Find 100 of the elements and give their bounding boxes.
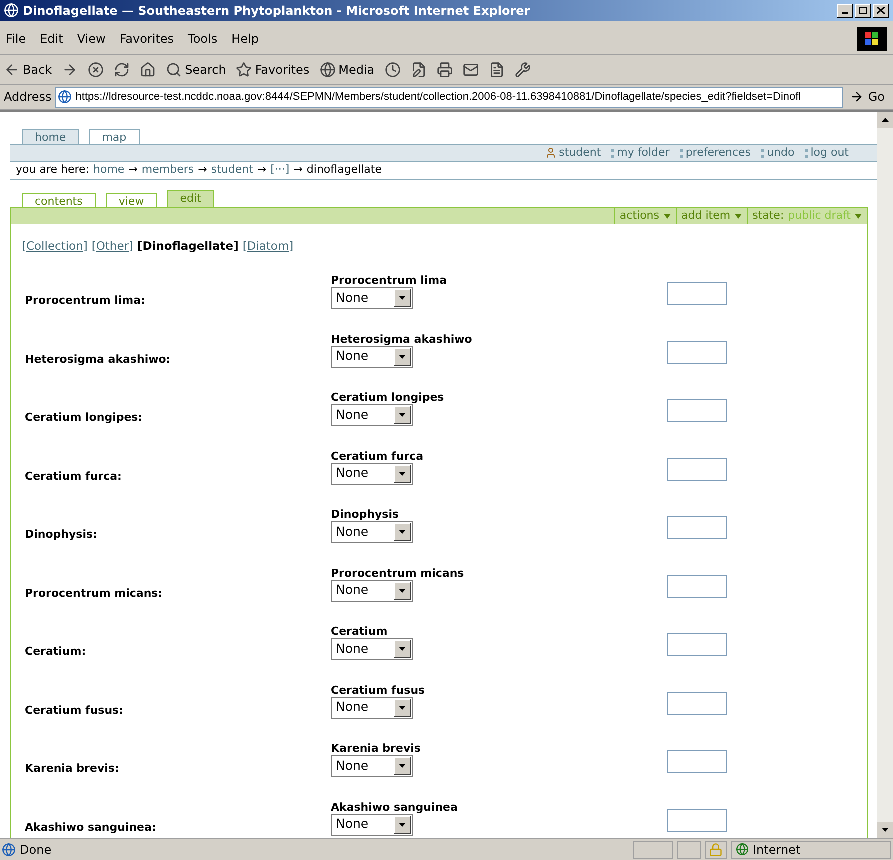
count-input[interactable] <box>667 808 727 832</box>
lock-icon <box>709 842 723 856</box>
dropdown-arrow-icon <box>399 296 406 300</box>
windows-logo-icon <box>857 26 887 50</box>
field-label: Prorocentrum micans: <box>24 586 164 602</box>
species-select[interactable]: None <box>331 814 413 836</box>
field-label: Ceratium: <box>24 644 88 660</box>
home-icon <box>140 62 156 78</box>
species-select[interactable]: None <box>331 638 413 660</box>
field-heading: Prorocentrum lima <box>331 273 448 288</box>
address-field[interactable]: https://ldresource-test.ncddc.noaa.gov:8444/SEPMN/Members/student/collection.2006-08-11.6398410881/Dinoflagellate/species_edit?fieldset=Dinofl <box>54 86 844 108</box>
envelope-icon <box>462 62 479 78</box>
field-label: Karenia brevis: <box>24 761 120 778</box>
mail-button[interactable] <box>462 62 479 78</box>
field-label: Ceratium furca: <box>24 468 123 485</box>
menu-item[interactable]: Tools <box>188 30 218 48</box>
home-button[interactable] <box>140 62 156 78</box>
link-bullet-icon <box>611 148 616 158</box>
star-icon <box>236 62 252 78</box>
fieldset-link[interactable]: [Other] <box>92 238 134 256</box>
menu-item[interactable]: Favorites <box>120 30 174 48</box>
menu-item[interactable]: Help <box>232 30 259 48</box>
link-bullet-icon <box>761 148 766 158</box>
breadcrumb-link[interactable]: student <box>211 162 254 179</box>
wrench-icon <box>514 62 531 78</box>
refresh-icon <box>114 62 130 78</box>
dropdown-arrow-icon <box>399 530 406 534</box>
species-select[interactable]: None <box>331 755 413 778</box>
field-heading: Heterosigma akashiwo <box>331 332 474 346</box>
status-panel <box>633 840 673 858</box>
field-label: Akashiwo sanguinea: <box>24 820 158 836</box>
tool-button[interactable] <box>514 62 531 78</box>
breadcrumb-link[interactable]: home <box>94 162 125 179</box>
document-icon <box>488 62 505 78</box>
count-input[interactable] <box>667 633 727 656</box>
personal-link[interactable]: log out <box>804 144 849 162</box>
breadcrumb-prefix: you are here: <box>16 162 90 178</box>
content-tab[interactable]: contents <box>22 193 96 207</box>
field-heading: Ceratium longipes <box>331 390 446 404</box>
breadcrumb-link[interactable]: members <box>142 162 194 179</box>
page-button[interactable] <box>488 62 505 78</box>
personal-link[interactable]: preferences <box>680 144 752 162</box>
personal-link[interactable]: undo <box>761 144 795 162</box>
field-heading: Akashiwo sanguinea <box>331 800 459 814</box>
species-select[interactable]: None <box>331 521 413 544</box>
stop-button[interactable] <box>88 62 104 78</box>
fieldset-link[interactable]: [Diatom] <box>242 238 294 256</box>
back-button[interactable]: Back <box>4 60 52 78</box>
stop-icon <box>88 62 104 78</box>
field-label: Dinophysis: <box>24 527 98 544</box>
count-input[interactable] <box>667 750 727 774</box>
link-bullet-icon <box>804 148 809 158</box>
count-input[interactable] <box>667 574 727 598</box>
count-input[interactable] <box>667 692 727 715</box>
status-text: Done <box>20 842 53 858</box>
species-select[interactable]: None <box>331 696 413 719</box>
go-button[interactable]: Go <box>846 88 889 106</box>
user-link[interactable]: student <box>545 144 602 162</box>
menu-item[interactable]: View <box>77 30 106 48</box>
field-label: Prorocentrum lima: <box>24 293 146 310</box>
search-icon <box>166 62 182 78</box>
search-button[interactable]: Search <box>166 60 226 78</box>
species-select[interactable]: None <box>331 404 413 426</box>
menu-item[interactable]: Edit <box>40 30 64 48</box>
count-input[interactable] <box>667 458 727 481</box>
portal-tab[interactable]: home <box>22 129 80 144</box>
personal-link[interactable]: my folder <box>611 144 670 162</box>
species-select[interactable]: None <box>331 462 413 485</box>
dropdown-arrow-icon <box>399 413 406 418</box>
close-button[interactable] <box>873 4 889 18</box>
menu-item[interactable]: File <box>6 30 26 48</box>
history-button[interactable] <box>384 62 401 78</box>
dropdown-arrow-icon <box>399 706 406 710</box>
clock-icon <box>384 62 401 78</box>
media-button[interactable]: Media <box>320 60 375 78</box>
breadcrumb-separator: → <box>128 162 138 178</box>
favorites-button[interactable]: Favorites <box>236 60 310 78</box>
edit-button[interactable] <box>410 62 427 78</box>
breadcrumb-separator: → <box>294 162 303 178</box>
count-input[interactable] <box>667 399 727 422</box>
maximize-button[interactable] <box>855 4 871 18</box>
browser-icon <box>4 3 19 18</box>
fieldset-link[interactable]: [Dinoflagellate] <box>138 238 239 256</box>
dropdown-arrow-icon <box>399 647 406 652</box>
count-input[interactable] <box>667 282 727 306</box>
minimize-button[interactable] <box>837 4 853 18</box>
count-input[interactable] <box>667 516 727 540</box>
fieldset-link[interactable]: [Collection] <box>22 238 88 256</box>
content-tab[interactable]: view <box>106 193 158 207</box>
breadcrumb-link[interactable]: [···] <box>270 162 290 179</box>
portal-tab[interactable]: map <box>89 129 140 144</box>
count-input[interactable] <box>667 340 727 364</box>
species-select[interactable]: None <box>331 287 413 310</box>
window-title: Dinoflagellate — Southeastern Phytoplankton - Microsoft Internet Explorer <box>23 2 530 20</box>
print-button[interactable] <box>436 62 453 78</box>
species-select[interactable]: None <box>331 346 413 368</box>
scrollbar[interactable] <box>877 112 893 838</box>
species-select[interactable]: None <box>331 580 413 602</box>
zone-text: Internet <box>753 842 801 858</box>
refresh-button[interactable] <box>114 62 130 78</box>
